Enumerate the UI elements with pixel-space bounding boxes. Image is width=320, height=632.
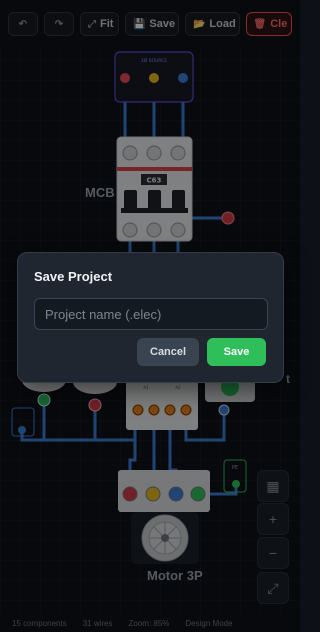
save-project-dialog: Save Project Cancel Save (17, 252, 284, 383)
save-button[interactable]: Save (207, 338, 266, 366)
cancel-button[interactable]: Cancel (137, 338, 199, 366)
dialog-actions: Cancel Save (137, 338, 266, 366)
project-name-input[interactable] (34, 298, 268, 330)
dialog-title: Save Project (34, 269, 113, 284)
